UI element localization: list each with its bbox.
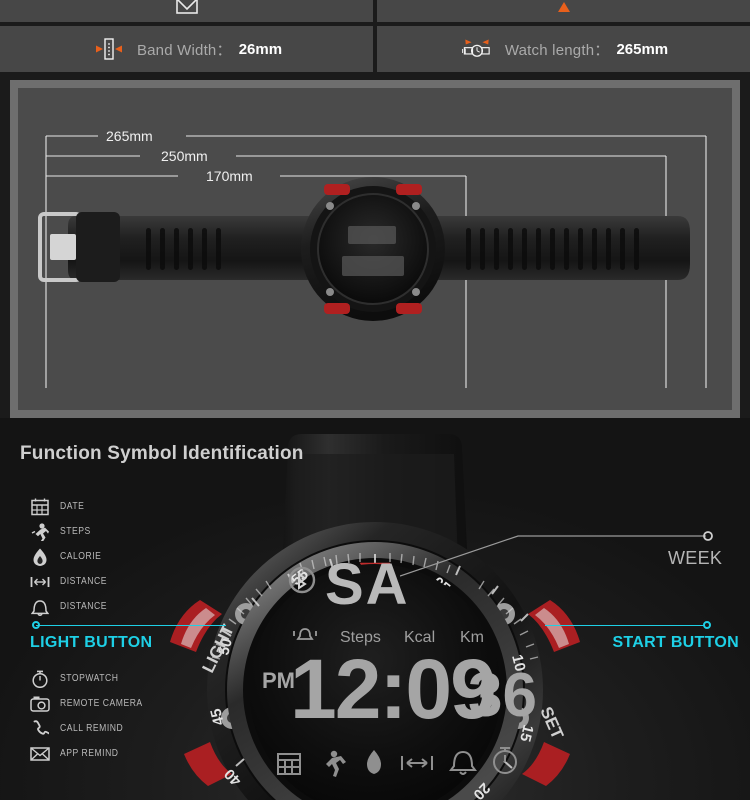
spec-value-watch-length: 265mm: [616, 40, 669, 58]
phone-icon: [30, 719, 50, 739]
function-symbol-section: 05 10 15 20 40 45 50 55 LIGHT SET: [0, 418, 750, 800]
alert-icon: [546, 0, 582, 22]
bezel-text-set: SET: [536, 704, 567, 742]
calendar-icon: [30, 497, 50, 517]
svg-text:SA: SA: [325, 552, 410, 617]
legend-item-calorie: CALORIE: [30, 544, 115, 569]
legend-item-app-remind: APP REMIND: [30, 741, 156, 766]
legend-item-alarm: DISTANCE: [30, 594, 115, 619]
legend-label-steps: STEPS: [60, 526, 91, 537]
legend-label-app-remind: APP REMIND: [60, 748, 119, 759]
spec-label-watch-length: Watch length：: [504, 41, 610, 59]
callout-start-button: START BUTTON: [545, 620, 745, 652]
page-title: Function Symbol Identification: [20, 443, 304, 464]
legend-item-distance: DISTANCE: [30, 569, 115, 594]
flame-icon: [30, 547, 50, 567]
band-width-icon: [91, 36, 127, 62]
watch-seconds: 36: [468, 661, 537, 730]
callout-label-start-button: START BUTTON: [612, 634, 739, 651]
callout-label-week: WEEK: [668, 548, 723, 568]
distance-icon: [30, 572, 50, 592]
legend-label-calorie: CALORIE: [60, 551, 102, 562]
legend-label-distance: DISTANCE: [60, 576, 107, 587]
bell-icon: [30, 597, 50, 617]
dimension-label-265: 265mm: [106, 128, 153, 144]
spec-row-dimensions: Band Width： 26mm Watch length： 265mm: [0, 26, 750, 72]
legend-label-alarm: DISTANCE: [60, 601, 107, 612]
envelope-icon: [30, 744, 50, 764]
spec-card-band-width: Band Width： 26mm: [0, 26, 373, 72]
light-button-leader-line: [36, 625, 226, 626]
dimension-diagram-panel: 265mm 250mm 170mm: [10, 80, 740, 418]
spec-card-partial-1: [0, 0, 373, 22]
dimension-diagram-inner: 265mm 250mm 170mm: [18, 88, 732, 410]
watch-week-display: SA: [325, 552, 410, 617]
legend-item-call-remind: CALL REMIND: [30, 716, 156, 741]
legend-label-date: DATE: [60, 501, 85, 512]
spec-row-top-partial: [0, 0, 750, 22]
legend-group-top: DATE STEPS CALORIE DISTANCE DISTANCE: [30, 494, 115, 619]
legend-item-date: DATE: [30, 494, 115, 519]
light-button-leader-dot: [32, 621, 40, 629]
legend-label-remote-camera: REMOTE CAMERA: [60, 698, 143, 709]
product-infographic-page: Band Width： 26mm Watch length： 265mm 265…: [0, 0, 750, 800]
legend-label-stopwatch: STOPWATCH: [60, 673, 119, 684]
spec-card-partial-2: [377, 0, 750, 22]
legend-item-remote-camera: REMOTE CAMERA: [30, 691, 156, 716]
callout-label-light-button: LIGHT BUTTON: [30, 634, 153, 651]
legend-group-bottom: STOPWATCH REMOTE CAMERA CALL REMIND APP …: [30, 666, 156, 766]
start-button-leader-dot: [703, 621, 711, 629]
stopwatch-icon: [30, 669, 50, 689]
envelope-icon: [169, 0, 205, 22]
dimension-label-170: 170mm: [206, 168, 253, 184]
legend-item-steps: STEPS: [30, 519, 115, 544]
legend-item-stopwatch: STOPWATCH: [30, 666, 156, 691]
dimension-label-250: 250mm: [161, 148, 208, 164]
spec-value-band-width: 26mm: [238, 40, 283, 58]
camera-icon: [30, 694, 50, 714]
watch-length-icon: [459, 36, 495, 62]
spec-label-band-width: Band Width：: [136, 41, 232, 59]
watch-time: 12:09: [290, 642, 495, 736]
runner-icon: [30, 522, 50, 542]
start-button-leader-line: [545, 625, 705, 626]
legend-label-call-remind: CALL REMIND: [60, 723, 124, 734]
callout-light-button: LIGHT BUTTON: [30, 620, 230, 652]
spec-card-watch-length: Watch length： 265mm: [377, 26, 750, 72]
